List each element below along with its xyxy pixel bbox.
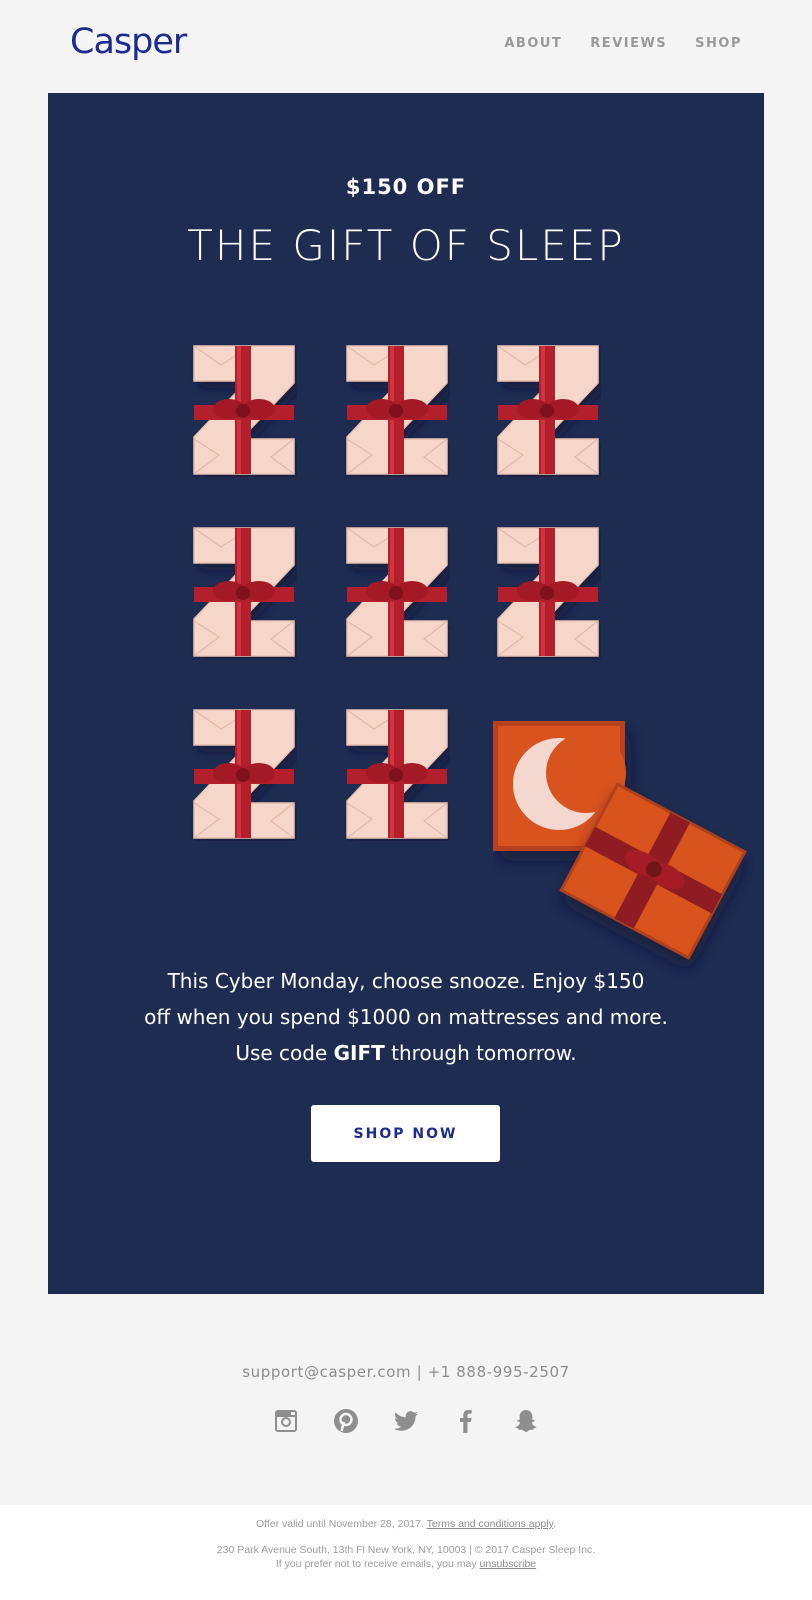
open-gift-moon-image <box>493 721 753 981</box>
snapchat-icon[interactable] <box>513 1408 539 1434</box>
shop-now-button[interactable]: SHOP NOW <box>311 1105 500 1162</box>
unsubscribe-link[interactable]: unsubscribe <box>480 1558 537 1570</box>
promo-line-3: Use code GIFT through tomorrow. <box>48 1035 764 1071</box>
promo-line-3-end: through tomorrow. <box>384 1041 577 1065</box>
z-gift-image <box>191 707 297 841</box>
z-gift-image <box>191 343 297 477</box>
z-gift-image <box>191 525 297 659</box>
terms-link[interactable]: Terms and conditions apply <box>427 1518 553 1530</box>
promo-body-text: This Cyber Monday, choose snooze. Enjoy … <box>48 963 764 1071</box>
z-gift-image <box>495 343 601 477</box>
nav-shop-link[interactable]: SHOP <box>695 36 742 51</box>
promo-code: GIFT <box>333 1041 385 1065</box>
z-gift-image <box>344 343 450 477</box>
promo-line-2: off when you spend $1000 on mattresses a… <box>144 1005 668 1029</box>
offer-terms-line: Offer valid until November 28, 2017. Ter… <box>0 1518 812 1530</box>
z-gift-image <box>344 525 450 659</box>
social-links <box>0 1408 812 1434</box>
z-gift-image <box>344 707 450 841</box>
top-nav: ABOUT REVIEWS SHOP <box>504 36 742 51</box>
offer-valid-text: Offer valid until November 28, 2017. <box>255 1518 427 1530</box>
unsubscribe-text: If you prefer not to receive emails, you… <box>275 1558 480 1570</box>
offer-end-text: . <box>553 1518 556 1530</box>
hero-banner: $150 OFF THE GIFT OF SLEEP This Cyber Mo… <box>48 93 764 1294</box>
promo-line-1: This Cyber Monday, choose snooze. Enjoy … <box>167 969 645 993</box>
instagram-icon[interactable] <box>273 1408 299 1434</box>
z-gift-image <box>495 525 601 659</box>
email-header: Casper ABOUT REVIEWS SHOP <box>0 0 812 92</box>
nav-about-link[interactable]: ABOUT <box>504 36 562 51</box>
pinterest-icon[interactable] <box>333 1408 359 1434</box>
facebook-icon[interactable] <box>453 1408 479 1434</box>
legal-footer: Offer valid until November 28, 2017. Ter… <box>0 1505 812 1600</box>
promo-line-3-text: Use code <box>235 1041 334 1065</box>
contact-info[interactable]: support@casper.com | +1 888-995-2507 <box>0 1363 812 1381</box>
casper-logo[interactable]: Casper <box>70 22 187 62</box>
company-address: 230 Park Avenue South, 13th Fl New York,… <box>216 1544 596 1556</box>
nav-reviews-link[interactable]: REVIEWS <box>590 36 667 51</box>
twitter-icon[interactable] <box>393 1408 419 1434</box>
unsubscribe-line: If you prefer not to receive emails, you… <box>0 1558 812 1570</box>
